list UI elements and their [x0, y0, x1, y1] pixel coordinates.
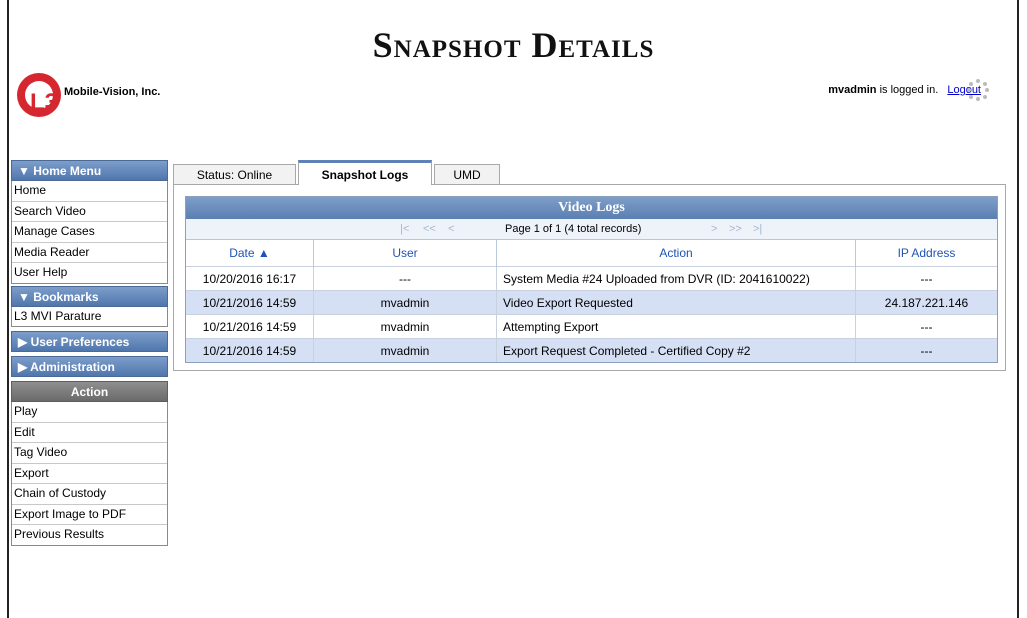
next-page-group-icon[interactable]: >> [729, 219, 742, 239]
last-page-icon[interactable]: >| [753, 219, 762, 239]
video-logs-grid: Video Logs |< << < Page 1 of 1 (4 total … [185, 196, 998, 363]
cell-date: 10/20/2016 16:17 [186, 266, 314, 291]
login-status: mvadmin is logged in. Logout [828, 84, 981, 96]
cell-ip-address: --- [855, 266, 997, 291]
cell-user: --- [313, 266, 497, 291]
cell-user: mvadmin [313, 290, 497, 315]
action-play[interactable]: Play [12, 402, 167, 423]
action-export-image-to-pdf[interactable]: Export Image to PDF [12, 505, 167, 525]
grid-title: Video Logs [186, 197, 997, 219]
user-preferences-header[interactable]: ▶ User Preferences [11, 331, 168, 352]
action-header: Action [11, 381, 168, 402]
first-page-icon[interactable]: |< [400, 219, 409, 239]
table-row[interactable]: 10/21/2016 14:59 mvadmin Video Export Re… [186, 290, 997, 315]
table-row[interactable]: 10/20/2016 16:17 --- System Media #24 Up… [186, 266, 997, 291]
table-header-row: Date ▲ User Action IP Address [186, 240, 997, 267]
bookmarks-list: L3 MVI Parature [11, 306, 168, 327]
bookmark-item-l3-mvi-parature[interactable]: L3 MVI Parature [12, 307, 167, 327]
home-menu-header[interactable]: ▼ Home Menu [11, 160, 168, 181]
column-header-action[interactable]: Action [496, 240, 856, 267]
next-page-icon[interactable]: > [711, 219, 717, 239]
administration-header[interactable]: ▶ Administration [11, 356, 168, 377]
column-header-date[interactable]: Date ▲ [186, 240, 314, 267]
pager: |< << < Page 1 of 1 (4 total records) > … [186, 219, 997, 240]
prev-page-icon[interactable]: < [448, 219, 454, 239]
sidebar: ▼ Home Menu Home Search Video Manage Cas… [11, 160, 168, 546]
loading-spinner-icon [967, 79, 989, 101]
page-title: Snapshot Details [372, 25, 655, 65]
prev-page-group-icon[interactable]: << [423, 219, 436, 239]
action-list: Play Edit Tag Video Export Chain of Cust… [11, 402, 168, 546]
bookmarks-header[interactable]: ▼ Bookmarks [11, 285, 168, 307]
cell-user: mvadmin [313, 338, 497, 362]
company-name: Mobile-Vision, Inc. [64, 86, 161, 98]
table-row[interactable]: 10/21/2016 14:59 mvadmin Attempting Expo… [186, 314, 997, 339]
sidebar-item-manage-cases[interactable]: Manage Cases [12, 222, 167, 243]
logged-in-text: is logged in. [876, 84, 939, 96]
sidebar-item-home[interactable]: Home [12, 181, 167, 202]
cell-ip-address: --- [855, 314, 997, 339]
cell-date: 10/21/2016 14:59 [186, 314, 314, 339]
tab-snapshot-logs[interactable]: Snapshot Logs [298, 160, 432, 185]
tab-panel: Video Logs |< << < Page 1 of 1 (4 total … [173, 184, 1006, 371]
cell-action: Video Export Requested [496, 290, 856, 315]
video-logs-table: Date ▲ User Action IP Address 10/20/2016… [186, 240, 997, 362]
home-menu-list: Home Search Video Manage Cases Media Rea… [11, 181, 168, 284]
tab-umd[interactable]: UMD [434, 164, 500, 185]
logged-in-username: mvadmin [828, 84, 877, 96]
action-chain-of-custody[interactable]: Chain of Custody [12, 484, 167, 505]
cell-action: System Media #24 Uploaded from DVR (ID: … [496, 266, 856, 291]
l3-logo: L3 [17, 73, 61, 117]
column-header-user[interactable]: User [313, 240, 497, 267]
action-edit[interactable]: Edit [12, 423, 167, 443]
cell-ip-address: --- [855, 338, 997, 362]
cell-action: Export Request Completed - Certified Cop… [496, 338, 856, 362]
cell-user: mvadmin [313, 314, 497, 339]
cell-action: Attempting Export [496, 314, 856, 339]
sidebar-item-search-video[interactable]: Search Video [12, 202, 167, 222]
logo-text: L3 [30, 89, 59, 116]
cell-ip-address: 24.187.221.146 [855, 290, 997, 315]
logo-inner: L3 [25, 81, 58, 116]
cell-date: 10/21/2016 14:59 [186, 338, 314, 362]
column-header-ip-address[interactable]: IP Address [855, 240, 997, 267]
pager-text: Page 1 of 1 (4 total records) [505, 223, 642, 235]
action-tag-video[interactable]: Tag Video [12, 443, 167, 464]
tab-status-online[interactable]: Status: Online [173, 164, 296, 185]
sidebar-item-user-help[interactable]: User Help [12, 263, 167, 283]
cell-date: 10/21/2016 14:59 [186, 290, 314, 315]
action-previous-results[interactable]: Previous Results [12, 525, 167, 545]
sidebar-item-media-reader[interactable]: Media Reader [12, 243, 167, 263]
action-export[interactable]: Export [12, 464, 167, 484]
table-row[interactable]: 10/21/2016 14:59 mvadmin Export Request … [186, 338, 997, 362]
